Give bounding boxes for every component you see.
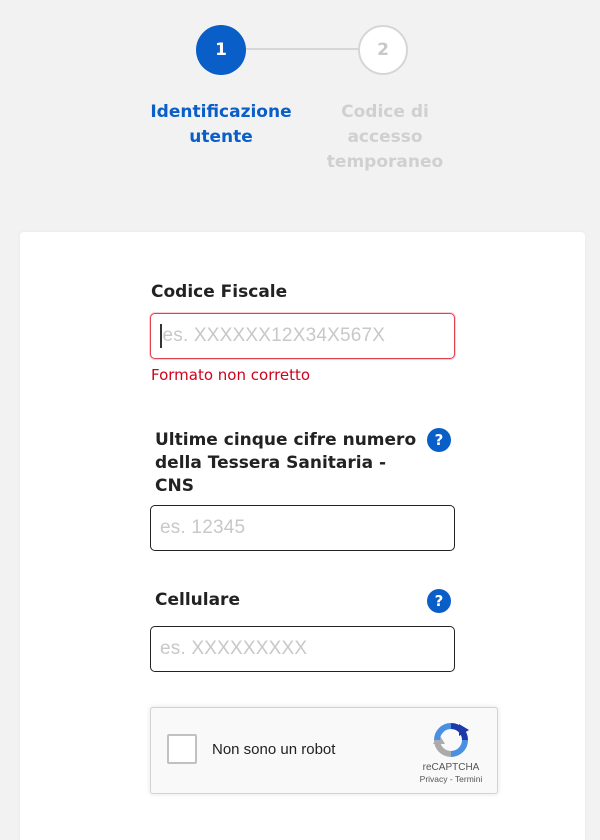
tessera-placeholder: es. 12345 — [160, 517, 246, 538]
step-1-label-line: utente — [189, 127, 253, 147]
stepper-connector — [244, 48, 360, 50]
recaptcha-checkbox[interactable] — [167, 734, 197, 764]
step-2-label-line: accesso — [347, 127, 423, 147]
cellulare-label: Cellulare — [155, 590, 240, 610]
tessera-help-icon[interactable]: ? — [427, 428, 451, 452]
cellulare-placeholder: es. XXXXXXXXX — [160, 638, 308, 659]
step-1-label: Identificazione utente — [146, 100, 296, 150]
step-2-number: 2 — [377, 40, 389, 60]
step-1-circle: 1 — [196, 25, 246, 75]
codice-fiscale-input[interactable]: es. XXXXXX12X34X567X — [150, 313, 455, 359]
tessera-label-line: CNS — [155, 476, 194, 496]
recaptcha-widget: Non sono un robot reCAPTCHA Privacy - Te… — [150, 707, 498, 794]
cellulare-help-icon[interactable]: ? — [427, 589, 451, 613]
codice-fiscale-error: Formato non corretto — [151, 366, 311, 384]
step-2-label-line: temporaneo — [326, 152, 444, 172]
recaptcha-links[interactable]: Privacy - Termini — [409, 774, 493, 784]
codice-fiscale-placeholder: es. XXXXXX12X34X567X — [162, 325, 386, 346]
step-2-label: Codice di accesso temporaneo — [310, 100, 460, 175]
tessera-label-line: della Tessera Sanitaria - — [155, 453, 387, 473]
tessera-input[interactable]: es. 12345 — [150, 505, 455, 551]
step-2-circle: 2 — [358, 25, 408, 75]
tessera-label-line: Ultime cinque cifre numero — [155, 430, 417, 450]
page: 1 2 Identificazione utente Codice di acc… — [0, 0, 600, 840]
codice-fiscale-label: Codice Fiscale — [151, 282, 288, 302]
cellulare-input[interactable]: es. XXXXXXXXX — [150, 626, 455, 672]
text-caret — [160, 324, 162, 348]
step-1-number: 1 — [215, 40, 227, 60]
step-1-label-line: Identificazione — [150, 102, 292, 122]
recaptcha-label: Non sono un robot — [212, 741, 336, 758]
tessera-label: Ultime cinque cifre numero della Tessera… — [155, 429, 416, 498]
recaptcha-brand: reCAPTCHA — [422, 762, 480, 773]
recaptcha-logo-icon — [433, 723, 469, 757]
step-2-label-line: Codice di — [341, 102, 429, 122]
